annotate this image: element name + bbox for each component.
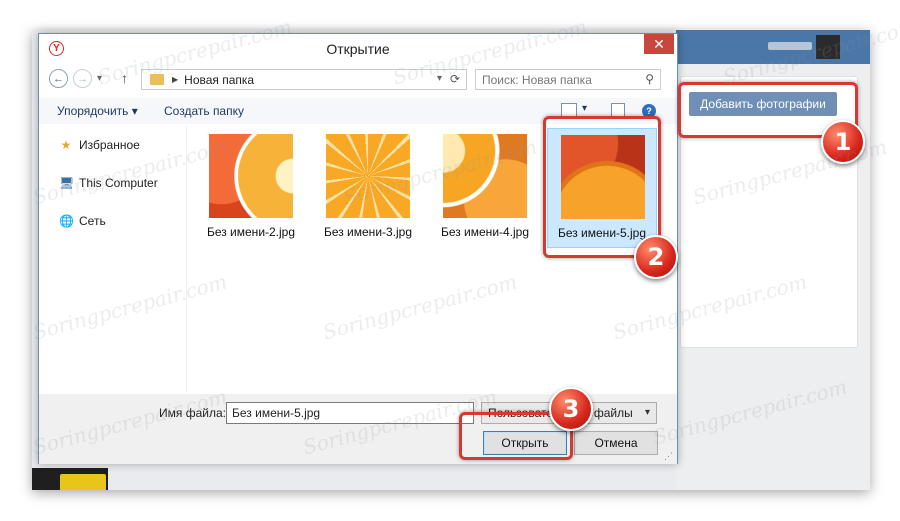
search-placeholder: Поиск: Новая папка — [482, 73, 592, 87]
vk-header — [676, 30, 870, 64]
filename-input[interactable]: Без имени-5.jpg — [226, 402, 474, 424]
close-button[interactable]: ✕ — [644, 34, 674, 54]
cancel-button[interactable]: Отмена — [574, 431, 658, 455]
sidebar-item-this-computer[interactable]: 🖥 This Computer — [59, 176, 158, 190]
sidebar-item-label: Сеть — [79, 214, 106, 228]
forward-button[interactable]: → — [73, 69, 92, 88]
breadcrumb-arrow-icon[interactable]: ▶ — [172, 75, 178, 84]
step-badge-3: 3 — [549, 387, 593, 431]
file-name: Без имени-3.jpg — [323, 225, 413, 239]
new-folder-button[interactable]: Создать папку — [164, 104, 244, 118]
search-icon[interactable]: ⚲ — [645, 72, 654, 86]
sidebar-item-network[interactable]: 🌐 Сеть — [59, 214, 106, 228]
file-name: Без имени-4.jpg — [440, 225, 530, 239]
logo-fragment — [60, 474, 106, 490]
preview-pane-icon[interactable] — [611, 103, 625, 117]
view-options-icon[interactable] — [561, 103, 577, 117]
filename-label: Имя файла: — [159, 406, 226, 420]
search-input[interactable]: Поиск: Новая папка ⚲ — [475, 69, 661, 90]
dialog-titlebar: Y Открытие ✕ — [39, 34, 677, 62]
file-name: Без имени-2.jpg — [206, 225, 296, 239]
navigation-pane: ★ Избранное 🖥 This Computer 🌐 Сеть — [39, 126, 187, 392]
breadcrumb[interactable]: Новая папка — [184, 73, 254, 87]
address-bar[interactable]: ▶ Новая папка ▾ ⟳ — [141, 69, 467, 90]
file-item[interactable]: Без имени-3.jpg — [313, 134, 423, 239]
chevron-down-icon[interactable]: ▾ — [437, 73, 442, 84]
folder-icon — [150, 74, 164, 85]
highlight-selected-file — [543, 116, 661, 258]
network-icon: 🌐 — [59, 214, 74, 228]
refresh-icon[interactable]: ⟳ — [450, 72, 460, 86]
step-badge-1: 1 — [821, 120, 865, 164]
orange-thumbnail — [326, 134, 410, 218]
dialog-title: Открытие — [326, 41, 390, 57]
chevron-down-icon[interactable]: ▾ — [645, 407, 650, 418]
sidebar-item-label: Избранное — [79, 138, 140, 152]
orange-thumbnail — [209, 134, 293, 218]
step-badge-2: 2 — [634, 235, 678, 279]
resize-grip-icon[interactable]: ⋰ — [664, 451, 673, 462]
navigation-bar: ← → ▾ ↑ ▶ Новая папка ▾ ⟳ Поиск: Новая п… — [39, 64, 677, 94]
computer-icon: 🖥 — [59, 176, 75, 190]
recent-locations-dropdown[interactable]: ▾ — [97, 73, 102, 84]
up-folder-button[interactable]: ↑ — [121, 70, 128, 86]
star-icon: ★ — [60, 138, 72, 152]
avatar[interactable] — [816, 35, 840, 59]
sidebar-item-label: This Computer — [79, 176, 158, 190]
file-item[interactable]: Без имени-4.jpg — [430, 134, 540, 239]
chevron-down-icon[interactable]: ▾ — [582, 103, 587, 114]
organize-button[interactable]: Упорядочить ▾ — [57, 104, 138, 118]
file-item[interactable]: Без имени-2.jpg — [196, 134, 306, 239]
orange-thumbnail — [443, 134, 527, 218]
blurred-username — [768, 42, 812, 50]
sidebar-item-favorites[interactable]: ★ Избранное — [59, 138, 140, 152]
back-button[interactable]: ← — [49, 69, 68, 88]
